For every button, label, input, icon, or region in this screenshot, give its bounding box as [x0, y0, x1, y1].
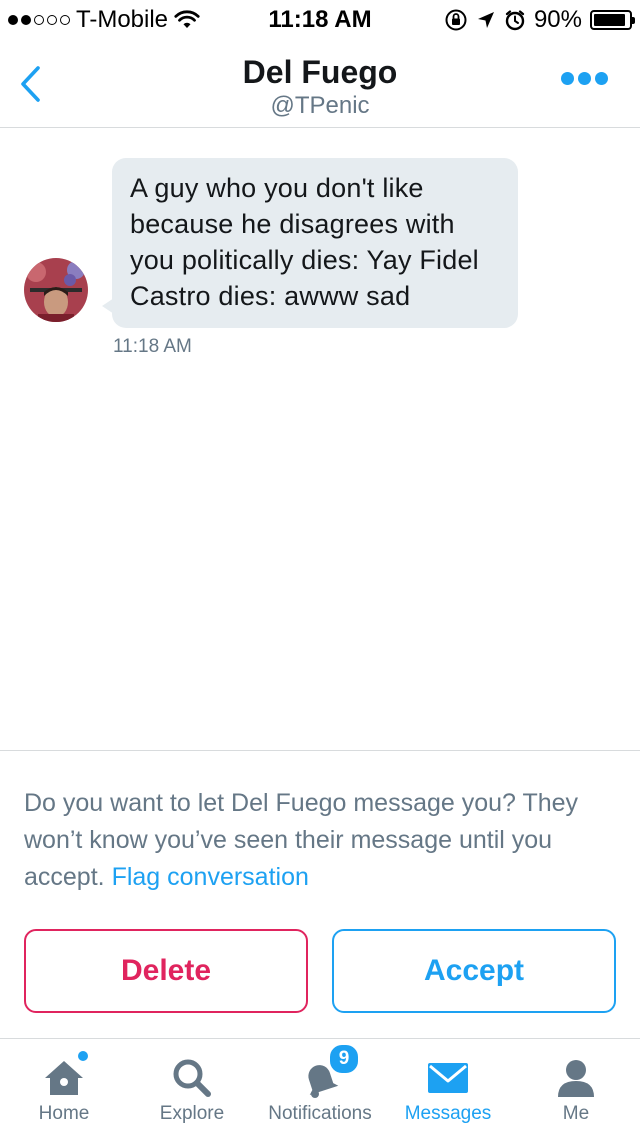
person-icon: [552, 1057, 600, 1099]
tab-label: Home: [38, 1103, 90, 1124]
bell-icon: 9: [296, 1043, 360, 1099]
tab-notifications[interactable]: 9 Notifications: [256, 1039, 384, 1136]
home-icon: [40, 1051, 88, 1099]
tab-explore[interactable]: Explore: [128, 1039, 256, 1136]
location-arrow-icon: [477, 12, 494, 28]
tab-label: Me: [562, 1103, 590, 1124]
conversation-title: Del Fuego: [242, 54, 398, 90]
orientation-lock-icon: [445, 9, 467, 31]
search-icon: [168, 1057, 216, 1099]
more-dot: [578, 72, 591, 85]
message-timestamp: 11:18 AM: [113, 336, 192, 357]
status-bar: T-Mobile 11:18 AM 90%: [0, 0, 640, 40]
conversation-handle: @TPenic: [270, 92, 370, 119]
tab-label: Explore: [159, 1103, 225, 1124]
tab-label: Notifications: [268, 1103, 372, 1124]
notification-badge: 9: [328, 1043, 360, 1075]
battery-percent: 90%: [533, 6, 582, 33]
tab-me[interactable]: Me: [512, 1039, 640, 1136]
message-thread: A guy who you don't like because he disa…: [0, 128, 640, 750]
message-bubble: A guy who you don't like because he disa…: [102, 158, 518, 328]
more-options-button[interactable]: [561, 72, 608, 85]
tab-messages[interactable]: Messages: [384, 1039, 512, 1136]
battery-icon: [590, 10, 635, 30]
unread-dot: [78, 1051, 88, 1061]
tab-bar: Home Explore 9 Notifications Messages Me: [0, 1038, 640, 1136]
envelope-icon: [424, 1057, 472, 1099]
tab-label: Messages: [404, 1103, 492, 1124]
sender-avatar[interactable]: [24, 258, 88, 322]
more-dot: [595, 72, 608, 85]
message-request-panel: Do you want to let Del Fuego message you…: [0, 750, 640, 1038]
accept-button[interactable]: Accept: [332, 929, 616, 1013]
tab-home[interactable]: Home: [0, 1039, 128, 1136]
status-right: 90%: [444, 6, 635, 34]
request-prompt-text: Do you want to let Del Fuego message you…: [24, 785, 616, 896]
conversation-header: Del Fuego @TPenic: [0, 40, 640, 128]
flag-conversation-link[interactable]: Flag conversation: [112, 863, 309, 891]
delete-button[interactable]: Delete: [24, 929, 308, 1013]
more-dot: [561, 72, 574, 85]
alarm-icon: [505, 10, 525, 31]
